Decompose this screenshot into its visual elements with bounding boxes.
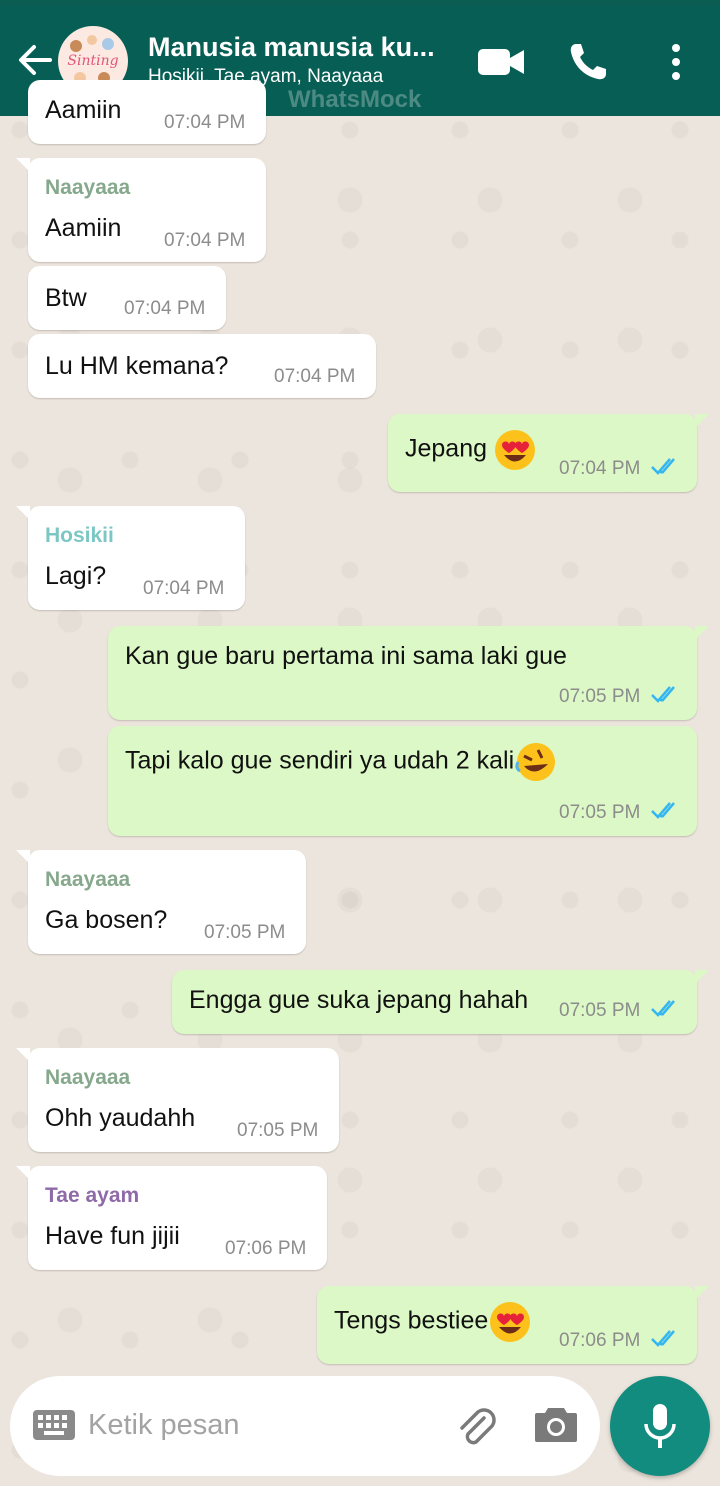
chat-title[interactable]: Manusia manusia ku...	[148, 32, 448, 63]
message-incoming[interactable]: Tae ayam Have fun jijii 07:06 PM	[16, 1166, 327, 1270]
message-outgoing[interactable]: Engga gue suka jepang hahah 07:05 PM	[172, 970, 709, 1034]
double-tick-icon	[651, 686, 675, 703]
message-time: 07:04 PM	[274, 366, 356, 387]
message-text: Lagi?	[45, 562, 107, 590]
back-arrow-icon[interactable]	[14, 40, 54, 80]
keyboard-icon[interactable]	[32, 1409, 76, 1441]
more-icon[interactable]	[664, 40, 688, 84]
message-text: Aamiin	[45, 214, 122, 242]
sender-name: Hosikii	[45, 524, 114, 547]
message-text: Have fun jijii	[45, 1222, 180, 1250]
message-text-content: Jepang	[405, 434, 488, 463]
double-tick-icon	[651, 1330, 675, 1347]
avatar-logo-text: Sinting	[67, 53, 119, 69]
camera-icon[interactable]	[534, 1404, 578, 1444]
message-outgoing[interactable]: Tengs bestiee 07:06 PM	[317, 1286, 709, 1364]
sender-name: Tae ayam	[45, 1184, 140, 1207]
message-incoming[interactable]: Naayaaa Ga bosen? 07:05 PM	[16, 850, 306, 954]
double-tick-icon	[651, 1000, 675, 1017]
message-input[interactable]: Ketik pesan	[88, 1409, 240, 1442]
message-incoming[interactable]: Hosikii Lagi? 07:04 PM	[16, 506, 245, 610]
message-text: Tengs bestiee	[334, 1300, 532, 1344]
double-tick-icon	[651, 802, 675, 819]
message-incoming[interactable]: Naayaaa Aamiin 07:04 PM	[16, 158, 266, 262]
message-outgoing[interactable]: Kan gue baru pertama ini sama laki gue 0…	[108, 626, 709, 720]
phone-icon[interactable]	[566, 40, 610, 84]
message-time: 07:04 PM	[143, 578, 225, 599]
message-text: Ga bosen?	[45, 906, 168, 934]
message-text: Engga gue suka jepang hahah	[189, 986, 529, 1014]
watermark: WhatsMock	[288, 86, 422, 113]
message-outgoing[interactable]: Jepang 07:04 PM	[388, 414, 709, 492]
message-text: Aamiin	[45, 96, 122, 124]
message-incoming[interactable]: Naayaaa Ohh yaudahh 07:05 PM	[16, 1048, 339, 1152]
attach-icon[interactable]	[454, 1404, 498, 1448]
double-tick-icon	[651, 458, 675, 475]
mic-icon	[644, 1404, 676, 1448]
message-time: 07:04 PM	[559, 458, 641, 479]
message-text: Btw	[45, 284, 87, 312]
message-text-content: Tengs bestiee	[334, 1306, 489, 1335]
message-text: Jepang	[405, 428, 537, 472]
message-time: 07:04 PM	[164, 230, 246, 251]
sender-name: Naayaaa	[45, 176, 131, 199]
sender-name: Naayaaa	[45, 1066, 131, 1089]
message-text: Lu HM kemana?	[45, 352, 229, 380]
voice-record-button[interactable]	[610, 1376, 710, 1476]
message-time: 07:05 PM	[559, 802, 641, 823]
message-text: Tapi kalo gue sendiri ya udah 2 kali	[125, 740, 558, 784]
heart-eyes-emoji	[490, 1302, 531, 1342]
message-time: 07:05 PM	[204, 922, 286, 943]
message-time: 07:06 PM	[225, 1238, 307, 1259]
rolling-laughing-emoji	[515, 743, 556, 781]
message-input-bar[interactable]: Ketik pesan	[10, 1376, 600, 1476]
sender-name: Naayaaa	[45, 868, 131, 891]
heart-eyes-emoji	[495, 430, 536, 470]
message-incoming[interactable]: Btw 07:04 PM	[28, 266, 226, 330]
message-time: 07:04 PM	[124, 298, 206, 319]
message-incoming[interactable]: Lu HM kemana? 07:04 PM	[28, 334, 376, 398]
message-text-content: Tapi kalo gue sendiri ya udah 2 kali	[125, 746, 515, 775]
message-time: 07:05 PM	[559, 1000, 641, 1021]
message-text: Ohh yaudahh	[45, 1104, 196, 1132]
video-call-icon[interactable]	[476, 40, 526, 84]
message-text: Kan gue baru pertama ini sama laki gue	[125, 642, 567, 670]
message-time: 07:05 PM	[559, 686, 641, 707]
message-time: 07:04 PM	[164, 112, 246, 133]
message-time: 07:06 PM	[559, 1330, 641, 1351]
message-outgoing[interactable]: Tapi kalo gue sendiri ya udah 2 kali 07:…	[108, 726, 697, 836]
message-time: 07:05 PM	[237, 1120, 319, 1141]
message-incoming[interactable]: Aamiin 07:04 PM	[28, 80, 266, 144]
